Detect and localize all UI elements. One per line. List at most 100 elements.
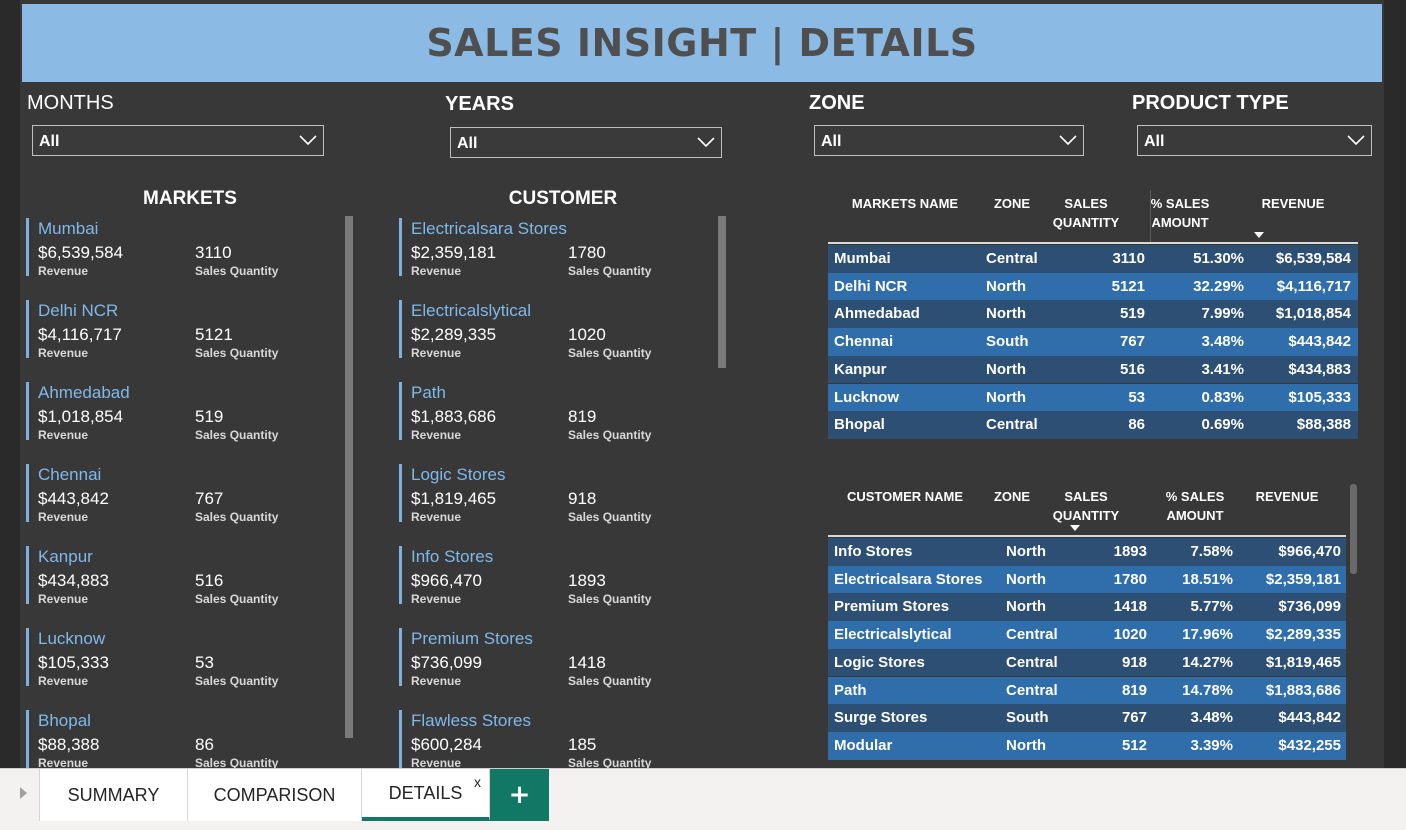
- zone-dropdown[interactable]: All: [814, 125, 1084, 156]
- card-item[interactable]: Delhi NCR $4,116,717 Revenue 5121 Sales Quan…: [26, 300, 329, 360]
- table-row[interactable]: Mumbai Central 3110 51.30% $6,539,584: [828, 245, 1358, 273]
- col-header-zone[interactable]: ZONE: [988, 194, 1036, 213]
- customers-table: CUSTOMER NAME ZONE SALES QUANTITY % SALES…: [828, 483, 1346, 768]
- cell-zone: North: [986, 305, 1026, 323]
- cell-pct-sales: 32.29%: [1193, 277, 1244, 295]
- table-row[interactable]: Path Central 819 14.78% $1,883,686: [828, 676, 1346, 705]
- customer-section-title: CUSTOMER: [508, 188, 618, 209]
- tab-summary-label: SUMMARY: [67, 784, 160, 805]
- card-item[interactable]: Chennai $443,842 Revenue 767 Sales Quantity: [26, 464, 329, 524]
- cell-sales-quantity: 512: [1121, 736, 1147, 754]
- card-item[interactable]: Lucknow $105,333 Revenue 53 Sales Quantity: [26, 628, 329, 688]
- tab-details[interactable]: DETAILS: [362, 769, 490, 821]
- table-row[interactable]: Electricalsara Stores North 1780 18.51% $2,3…: [828, 565, 1346, 594]
- months-dropdown[interactable]: All: [32, 125, 324, 156]
- cell-zone: North: [1006, 543, 1046, 560]
- cell-customer-name: Electricalslytical: [834, 626, 952, 644]
- cell-pct-sales: 3.48%: [1190, 709, 1233, 727]
- cell-customer-name: Premium Stores: [834, 598, 950, 616]
- tab-comparison[interactable]: COMPARISON: [188, 769, 362, 821]
- col-header-revenue[interactable]: REVENUE: [1248, 194, 1338, 213]
- markets-card-list[interactable]: Mumbai $6,539,584 Revenue 3110 Sales Quantit…: [26, 216, 346, 768]
- card-revenue-label: Revenue: [411, 264, 462, 278]
- header-divider: [828, 535, 1346, 537]
- cell-market-name: Kanpur: [834, 360, 887, 378]
- cell-revenue: $434,883: [1288, 360, 1351, 378]
- card-sales-quantity-label: Sales Quantity: [568, 346, 652, 360]
- cell-zone: North: [986, 277, 1026, 295]
- cell-customer-name: Info Stores: [834, 543, 913, 560]
- cell-revenue: $6,539,584: [1275, 250, 1351, 267]
- table-row[interactable]: Info Stores North 1893 7.58% $966,470: [828, 538, 1346, 566]
- cell-sales-quantity: 3110: [1112, 250, 1145, 267]
- col-header-sales-qty[interactable]: SALES QUANTITY: [1046, 194, 1126, 232]
- chevron-down-icon: [1059, 135, 1077, 146]
- caret-right-icon[interactable]: [20, 787, 27, 799]
- col-header-revenue[interactable]: REVENUE: [1242, 487, 1332, 506]
- col-header-customer-name[interactable]: CUSTOMER NAME: [836, 487, 974, 506]
- cell-pct-sales: 7.99%: [1201, 305, 1244, 323]
- zone-dropdown-value: All: [821, 133, 842, 150]
- col-header-sales-qty-line2: QUANTITY: [1052, 508, 1120, 523]
- table-row[interactable]: Ahmedabad North 519 7.99% $1,018,854: [828, 300, 1358, 329]
- table-row[interactable]: Chennai South 767 3.48% $443,842: [828, 328, 1358, 356]
- table-row[interactable]: Modular North 512 3.39% $432,255: [828, 731, 1346, 760]
- cell-sales-quantity: 1780: [1113, 570, 1147, 588]
- markets-scrollbar[interactable]: [345, 216, 353, 738]
- table-row[interactable]: Surge Stores South 767 3.48% $443,842: [828, 704, 1346, 732]
- table-row[interactable]: Electricalslytical Central 1020 17.96% $2,28…: [828, 621, 1346, 649]
- card-name: Info Stores: [411, 547, 494, 566]
- card-revenue-label: Revenue: [38, 592, 89, 606]
- cell-pct-sales: 7.58%: [1190, 543, 1233, 560]
- card-item[interactable]: Logic Stores $1,819,465 Revenue 918 Sales Qu…: [399, 464, 702, 524]
- tab-summary[interactable]: SUMMARY: [40, 769, 188, 821]
- card-item[interactable]: Mumbai $6,539,584 Revenue 3110 Sales Quantit…: [26, 218, 329, 278]
- col-header-zone[interactable]: ZONE: [988, 487, 1036, 506]
- col-header-sales-qty[interactable]: SALES QUANTITY: [1046, 487, 1126, 525]
- cell-market-name: Chennai: [834, 333, 894, 351]
- card-sales-quantity-label: Sales Quantity: [195, 346, 279, 360]
- cell-market-name: Bhopal: [834, 416, 885, 434]
- customer-scrollbar[interactable]: [718, 216, 726, 368]
- table-row[interactable]: Delhi NCR North 5121 32.29% $4,116,717: [828, 272, 1358, 301]
- card-sales-quantity: 516: [195, 571, 224, 590]
- card-item[interactable]: Kanpur $434,883 Revenue 516 Sales Quantity: [26, 546, 329, 606]
- card-item[interactable]: Path $1,883,686 Revenue 819 Sales Quantity: [399, 382, 702, 442]
- close-icon[interactable]: x: [474, 774, 481, 790]
- table-row[interactable]: Lucknow North 53 0.83% $105,333: [828, 383, 1358, 412]
- cell-sales-quantity: 86: [1128, 416, 1145, 434]
- card-sales-quantity-label: Sales Quantity: [195, 264, 279, 278]
- product-type-dropdown[interactable]: All: [1137, 125, 1372, 156]
- card-item[interactable]: Bhopal $88,388 Revenue 86 Sales Quantity: [26, 710, 329, 768]
- table-row[interactable]: Premium Stores North 1418 5.77% $736,099: [828, 593, 1346, 622]
- add-page-button[interactable]: +: [490, 769, 549, 821]
- cell-zone: Central: [1006, 626, 1058, 644]
- customers-table-scrollbar[interactable]: [1350, 484, 1357, 574]
- card-item[interactable]: Premium Stores $736,099 Revenue 1418 Sales Q…: [399, 628, 702, 688]
- col-header-pct-sales[interactable]: % SALES AMOUNT: [1140, 194, 1220, 232]
- card-item[interactable]: Flawless Stores $600,284 Revenue 185 Sales Q…: [399, 710, 702, 768]
- col-header-markets-name[interactable]: MARKETS NAME: [840, 194, 970, 213]
- card-item[interactable]: Electricalsara Stores $2,359,181 Revenue 17…: [399, 218, 702, 278]
- card-item[interactable]: Ahmedabad $1,018,854 Revenue 519 Sales Quant…: [26, 382, 329, 442]
- col-header-pct-sales[interactable]: % SALES AMOUNT: [1155, 487, 1235, 525]
- cell-customer-name: Logic Stores: [834, 653, 925, 671]
- cell-revenue: $1,883,686: [1265, 681, 1341, 699]
- card-item[interactable]: Electricalslytical $2,289,335 Revenue 1020 S…: [399, 300, 702, 360]
- card-name: Electricalslytical: [411, 301, 531, 320]
- cell-zone: Central: [1006, 653, 1058, 671]
- card-revenue: $2,289,335: [411, 325, 497, 344]
- card-item[interactable]: Info Stores $966,470 Revenue 1893 Sales Quan…: [399, 546, 702, 606]
- card-sales-quantity-label: Sales Quantity: [195, 756, 279, 768]
- card-revenue: $434,883: [38, 571, 109, 590]
- customer-card-list[interactable]: Electricalsara Stores $2,359,181 Revenue 17…: [399, 216, 719, 768]
- card-revenue: $443,842: [38, 489, 109, 508]
- page-tab-bar: SUMMARY COMPARISON DETAILS x +: [0, 768, 1406, 830]
- years-dropdown[interactable]: All: [450, 127, 722, 158]
- table-row[interactable]: Logic Stores Central 918 14.27% $1,819,465: [828, 648, 1346, 677]
- cell-customer-name: Path: [834, 681, 867, 699]
- table-row[interactable]: Kanpur North 516 3.41% $434,883: [828, 355, 1358, 384]
- cell-pct-sales: 5.77%: [1190, 598, 1233, 616]
- table-row[interactable]: Bhopal Central 86 0.69% $88,388: [828, 411, 1358, 439]
- cell-zone: South: [986, 333, 1029, 351]
